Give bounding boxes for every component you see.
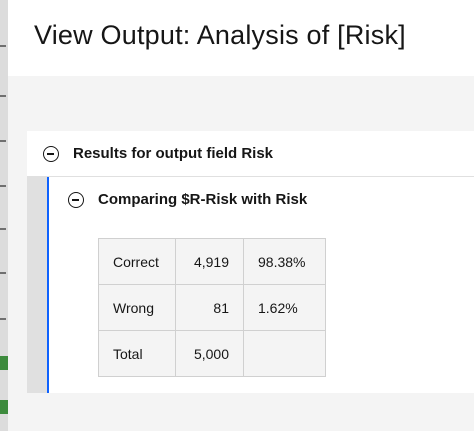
results-panel-header[interactable]: Results for output field Risk: [27, 131, 474, 177]
output-modal: View Output: Analysis of [Risk] Results …: [8, 0, 474, 431]
row-percent: 98.38%: [243, 238, 326, 285]
collapse-icon[interactable]: [68, 192, 84, 208]
background-green-block: [0, 400, 8, 414]
row-label: Total: [98, 330, 176, 377]
background-tick: [0, 228, 6, 230]
table-row: Total 5,000: [98, 330, 326, 377]
background-tick: [0, 272, 6, 274]
comparison-table: Correct 4,919 98.38% Wrong 81 1.62% Tota…: [98, 238, 326, 377]
table-row: Correct 4,919 98.38%: [98, 238, 326, 285]
results-panel-title: Results for output field Risk: [73, 145, 274, 162]
results-panel: Results for output field Risk Comparing …: [27, 131, 474, 393]
background-green-block: [0, 356, 8, 370]
row-label: Correct: [98, 238, 176, 285]
background-app-strip: [0, 0, 8, 431]
background-tick: [0, 318, 6, 320]
table-row: Wrong 81 1.62%: [98, 284, 326, 331]
background-tick: [0, 185, 6, 187]
collapse-icon[interactable]: [43, 146, 59, 162]
row-count: 81: [175, 284, 244, 331]
background-tick: [0, 140, 6, 142]
row-label: Wrong: [98, 284, 176, 331]
background-tick: [0, 45, 6, 47]
modal-title: View Output: Analysis of [Risk]: [34, 20, 406, 50]
modal-header: View Output: Analysis of [Risk]: [8, 0, 474, 76]
row-percent: 1.62%: [243, 284, 326, 331]
row-percent: [243, 330, 326, 377]
comparison-section-title: Comparing $R-Risk with Risk: [98, 191, 308, 208]
section-gutter: [27, 177, 49, 393]
row-count: 5,000: [175, 330, 244, 377]
background-tick: [0, 95, 6, 97]
row-count: 4,919: [175, 238, 244, 285]
